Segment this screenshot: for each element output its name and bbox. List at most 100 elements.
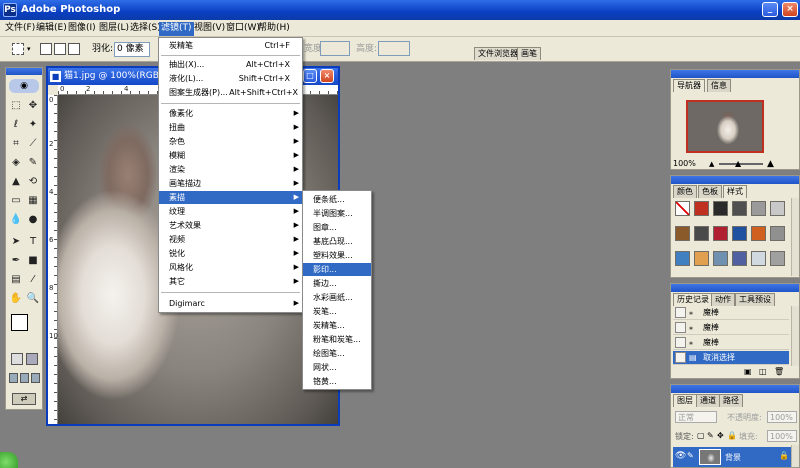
quick-mask-icon[interactable] — [26, 353, 38, 365]
sketch-menu-item[interactable]: 炭精笔... — [303, 319, 371, 332]
filter-menu-item[interactable]: 模糊 ▶ — [159, 149, 302, 162]
title-bar[interactable]: Ps Adobe Photoshop _ × — [0, 0, 800, 20]
sketch-menu-item[interactable]: 炭笔... — [303, 305, 371, 318]
lock-image-icon[interactable]: ✎ — [707, 431, 714, 440]
filter-menu-item[interactable]: 纹理 ▶ — [159, 205, 302, 218]
palette-header[interactable] — [671, 385, 799, 393]
style-swatch[interactable] — [713, 251, 728, 266]
menu-filter[interactable]: 滤镜(T) — [159, 22, 194, 36]
brush-icon[interactable]: ✎ — [25, 155, 41, 171]
sketch-menu-item-photocopy[interactable]: 影印... — [303, 263, 371, 276]
layer-row[interactable]: 👁 ✎ 背景 🔒 — [673, 447, 791, 467]
fill-input[interactable]: 100% — [767, 430, 797, 442]
navigator-thumbnail[interactable] — [686, 100, 764, 153]
eyedropper-icon[interactable]: ⁄ — [25, 272, 41, 288]
screen-mode-full-icon[interactable] — [31, 373, 40, 383]
sketch-menu-item[interactable]: 铬黄... — [303, 375, 371, 388]
sketch-menu-item[interactable]: 塑料效果... — [303, 249, 371, 262]
sketch-menu-item[interactable]: 半调图案... — [303, 207, 371, 220]
zoom-icon[interactable]: 🔍 — [25, 291, 41, 307]
blend-mode-select[interactable]: 正常 — [675, 411, 717, 423]
filter-menu-item[interactable]: 风格化 ▶ — [159, 261, 302, 274]
new-document-from-state-icon[interactable]: ▣ — [744, 367, 752, 376]
opacity-input[interactable]: 100% — [767, 411, 797, 423]
dropdown-arrow-icon[interactable]: ▾ — [27, 42, 31, 57]
filter-menu-item[interactable]: 其它 ▶ — [159, 275, 302, 288]
menu-view[interactable]: 视图(V) — [192, 22, 227, 36]
style-swatch[interactable] — [770, 226, 785, 241]
toolbox-header[interactable] — [6, 68, 42, 75]
filter-menu-item[interactable]: 液化(L)... Shift+Ctrl+X — [159, 72, 302, 85]
filter-menu-item[interactable]: 杂色 ▶ — [159, 135, 302, 148]
tab-swatches[interactable]: 色板 — [698, 185, 722, 198]
history-row[interactable]: ⁎ 魔棒 — [673, 336, 789, 350]
tab-tool-presets[interactable]: 工具预设 — [735, 293, 775, 306]
history-checkbox[interactable] — [675, 337, 686, 348]
type-icon[interactable]: T — [25, 234, 41, 250]
style-swatch[interactable] — [732, 201, 747, 216]
tab-layers[interactable]: 图层 — [673, 394, 697, 407]
history-row-selected[interactable]: ▤ 取消选择 — [673, 351, 789, 365]
style-swatch[interactable] — [732, 251, 747, 266]
lock-transparency-icon[interactable]: ▢ — [697, 431, 705, 440]
doc-close-button[interactable]: × — [320, 69, 334, 83]
filter-menu-item[interactable]: 画笔描边 ▶ — [159, 177, 302, 190]
sketch-menu-item[interactable]: 便条纸... — [303, 193, 371, 206]
style-swatch[interactable] — [770, 251, 785, 266]
style-swatch[interactable] — [694, 251, 709, 266]
menu-select[interactable]: 选择(S) — [128, 22, 163, 36]
tab-actions[interactable]: 动作 — [711, 293, 735, 306]
shape-icon[interactable]: ■ — [25, 253, 41, 269]
eraser-icon[interactable]: ▭ — [8, 193, 24, 209]
pen-icon[interactable]: ✒ — [8, 253, 24, 269]
menu-help[interactable]: 帮助(H) — [256, 22, 292, 36]
history-row[interactable]: ⁎ 魔棒 — [673, 306, 789, 320]
marquee-icon[interactable]: ⬚ — [8, 98, 24, 114]
style-swatch[interactable] — [732, 226, 747, 241]
tab-history[interactable]: 历史记录 — [673, 293, 713, 306]
lock-all-icon[interactable]: 🔒 — [727, 431, 737, 440]
gradient-icon[interactable]: ▦ — [25, 193, 41, 209]
foreground-color-swatch[interactable] — [11, 314, 28, 331]
layers-scrollbar[interactable] — [791, 445, 799, 467]
menu-image[interactable]: 图像(I) — [66, 22, 98, 36]
palette-header[interactable] — [671, 70, 799, 78]
tab-info[interactable]: 信息 — [707, 79, 731, 92]
adobe-online-icon[interactable]: ◉ — [9, 79, 39, 93]
style-swatch[interactable] — [713, 201, 728, 216]
filter-menu-item[interactable]: 炭精笔 Ctrl+F — [159, 39, 302, 52]
menu-file[interactable]: 文件(F) — [3, 22, 37, 36]
tab-file-browser[interactable]: 文件浏览器 — [474, 47, 522, 60]
filter-menu-item[interactable]: Digimarc ▶ — [159, 297, 302, 310]
clone-stamp-icon[interactable]: ▲ — [8, 174, 24, 190]
menu-layer[interactable]: 图层(L) — [97, 22, 131, 36]
sketch-menu-item[interactable]: 水彩画纸... — [303, 291, 371, 304]
feather-input[interactable]: 0 像素 — [114, 42, 150, 57]
zoom-slider-thumb-icon[interactable]: ▲ — [735, 159, 741, 168]
filter-menu-item[interactable]: 艺术效果 ▶ — [159, 219, 302, 232]
filter-menu-item[interactable]: 视频 ▶ — [159, 233, 302, 246]
tab-styles[interactable]: 样式 — [723, 185, 747, 198]
magic-wand-icon[interactable]: ✦ — [25, 117, 41, 133]
zoom-in-icon[interactable]: ▲ — [767, 159, 774, 169]
path-selection-icon[interactable]: ➤ — [8, 234, 24, 250]
tab-navigator[interactable]: 导航器 — [673, 79, 705, 92]
filter-menu-item[interactable]: 抽出(X)... Alt+Ctrl+X — [159, 58, 302, 71]
history-brush-icon[interactable]: ⟲ — [25, 174, 41, 190]
styles-scrollbar[interactable] — [791, 198, 799, 276]
style-swatch[interactable] — [694, 226, 709, 241]
sketch-menu-item[interactable]: 撕边... — [303, 277, 371, 290]
sketch-menu-item[interactable]: 网状... — [303, 361, 371, 374]
sketch-menu-item[interactable]: 图章... — [303, 221, 371, 234]
standard-mode-icon[interactable] — [11, 353, 23, 365]
navigator-zoom-value[interactable]: 100% — [673, 159, 696, 168]
history-checkbox[interactable] — [675, 307, 686, 318]
new-selection-icon[interactable] — [40, 43, 52, 55]
zoom-out-icon[interactable]: ▲ — [709, 160, 714, 168]
minimize-button[interactable]: _ — [762, 2, 778, 17]
doc-maximize-button[interactable]: □ — [303, 69, 317, 83]
new-snapshot-icon[interactable]: ◫ — [759, 367, 767, 376]
blur-icon[interactable]: 💧 — [8, 212, 24, 228]
width-input[interactable] — [320, 41, 350, 56]
history-checkbox[interactable] — [675, 322, 686, 333]
